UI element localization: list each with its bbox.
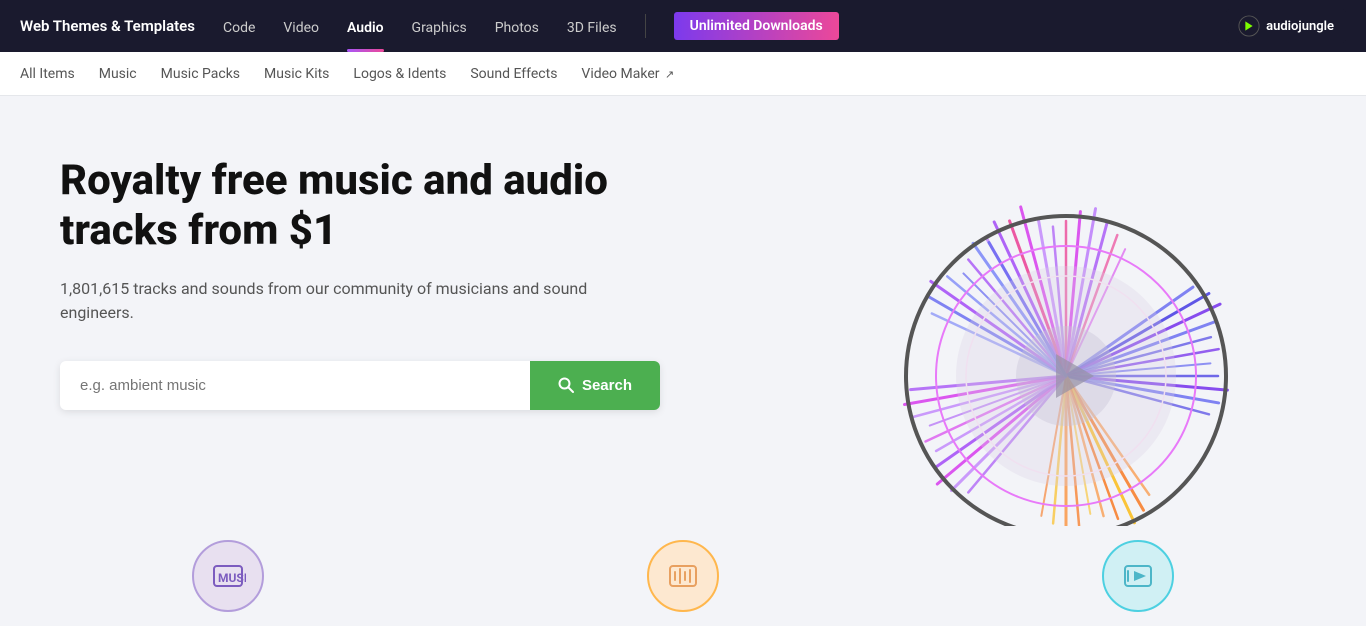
bottom-icons-row: MUSIC [0, 526, 1366, 626]
nav-item-photos[interactable]: Photos [495, 17, 539, 36]
audiojungle-text: audiojungle [1266, 19, 1334, 34]
sound-circle-icon [647, 540, 719, 612]
music-icon-card[interactable]: MUSIC [0, 540, 455, 612]
hero-subtitle: 1,801,615 tracks and sounds from our com… [60, 277, 660, 325]
subnav-sound-effects[interactable]: Sound Effects [470, 54, 557, 94]
kit-icon-card[interactable] [911, 540, 1366, 612]
subnav-music-packs[interactable]: Music Packs [161, 54, 240, 94]
svg-text:MUSIC: MUSIC [218, 571, 246, 585]
kit-circle-icon [1102, 540, 1174, 612]
nav-item-3dfiles[interactable]: 3D Files [567, 17, 617, 36]
nav-item-video[interactable]: Video [283, 17, 319, 36]
top-nav: Web Themes & Templates Code Video Audio … [0, 0, 1366, 52]
subnav-all-items[interactable]: All Items [20, 54, 75, 94]
search-bar: Search [60, 361, 660, 410]
hero-illustration [826, 136, 1306, 526]
search-icon [558, 377, 574, 393]
sub-nav: All Items Music Music Packs Music Kits L… [0, 52, 1366, 96]
hero-title: Royalty free music and audio tracks from… [60, 156, 660, 257]
visualizer-svg [826, 136, 1306, 526]
unlimited-downloads-btn[interactable]: Unlimited Downloads [674, 12, 839, 40]
subnav-video-maker[interactable]: Video Maker ↗ [581, 54, 674, 94]
hero-content: Royalty free music and audio tracks from… [60, 156, 660, 410]
search-input[interactable] [60, 361, 530, 410]
music-circle-icon: MUSIC [192, 540, 264, 612]
subnav-logos-idents[interactable]: Logos & Idents [353, 54, 446, 94]
nav-item-code[interactable]: Code [223, 17, 255, 36]
nav-divider [645, 14, 646, 38]
brand-title: Web Themes & Templates [20, 17, 195, 35]
sound-icon-card[interactable] [455, 540, 910, 612]
nav-item-audio[interactable]: Audio [347, 17, 384, 36]
hero-section: Royalty free music and audio tracks from… [0, 96, 1366, 526]
search-button[interactable]: Search [530, 361, 660, 410]
subnav-music-kits[interactable]: Music Kits [264, 54, 329, 94]
nav-item-graphics[interactable]: Graphics [412, 17, 467, 36]
audiojungle-logo[interactable]: audiojungle [1226, 9, 1346, 43]
subnav-music[interactable]: Music [99, 54, 137, 94]
external-link-icon: ↗ [665, 68, 674, 81]
